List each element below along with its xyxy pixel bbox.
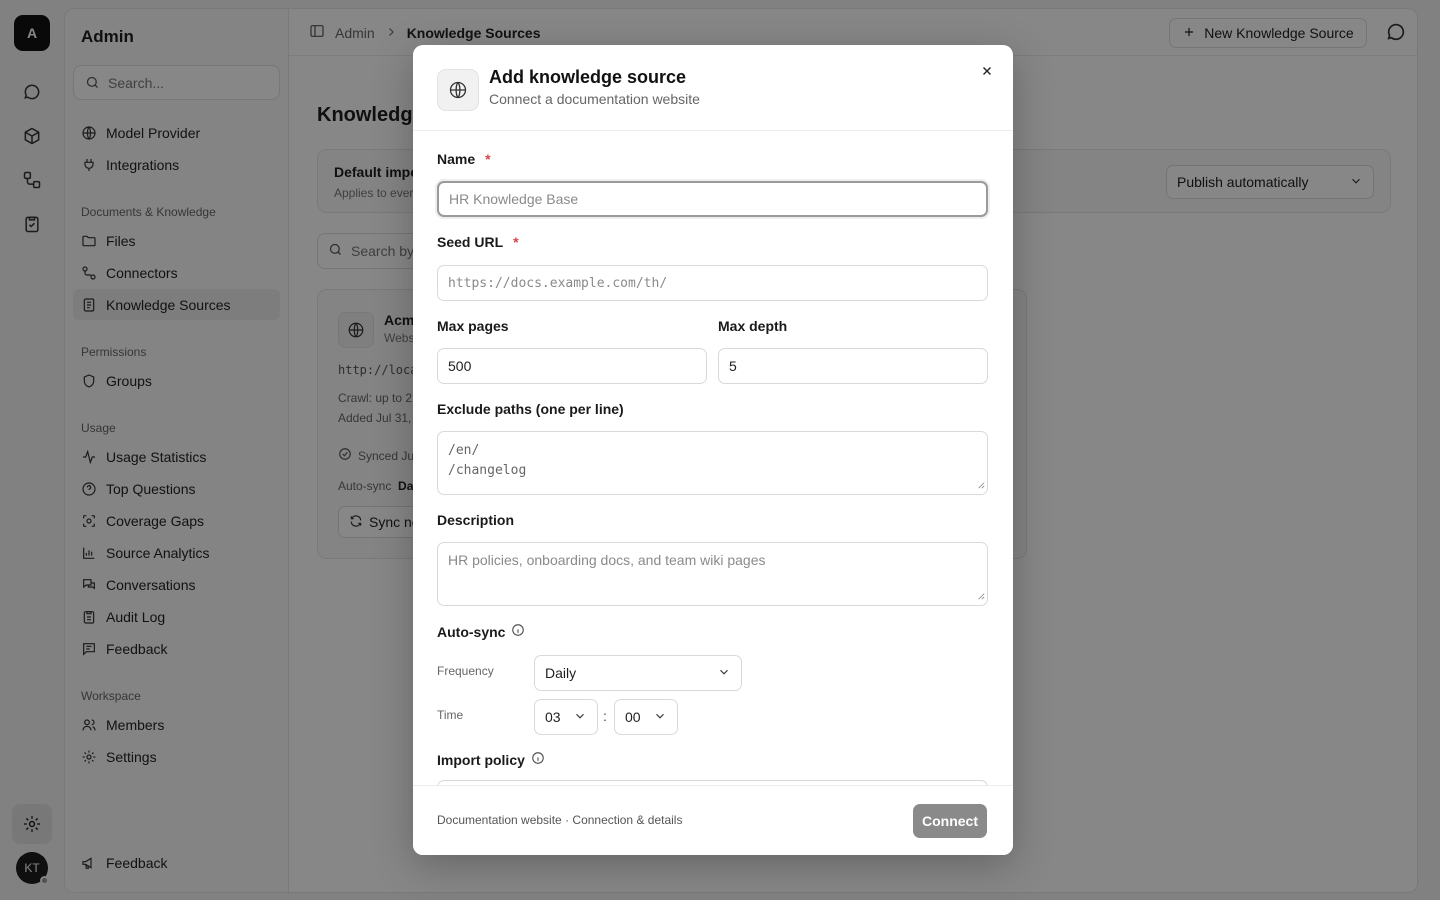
name-label-text: Name	[437, 151, 476, 167]
info-icon[interactable]	[531, 751, 545, 768]
hour-value: 03	[545, 709, 561, 725]
hour-select[interactable]: 03	[534, 699, 598, 735]
exclude-path-line: /changelog	[448, 463, 527, 478]
resize-handle-icon[interactable]	[977, 476, 985, 492]
dialog-body: Name * HR Knowledge Base Seed URL * https:…	[413, 131, 1013, 785]
dialog-subtitle: Connect a documentation website	[489, 91, 700, 107]
chevron-down-icon	[573, 709, 587, 726]
seed-url-input[interactable]: https://docs.example.com/th/	[437, 265, 988, 301]
time-label: Time	[437, 708, 464, 722]
name-placeholder: HR Knowledge Base	[449, 191, 579, 207]
import-policy-label: Import policy	[437, 751, 545, 768]
chevron-down-icon	[653, 709, 667, 726]
dialog-title: Add knowledge source	[489, 67, 687, 87]
autosync-label-text: Auto-sync	[437, 623, 506, 640]
dialog-header: Add knowledge source Connect a documenta…	[413, 45, 1013, 131]
max-depth-label: Max depth	[718, 318, 788, 334]
max-pages-value: 500	[448, 358, 472, 374]
required-marker: *	[485, 151, 491, 167]
close-icon[interactable]	[977, 61, 997, 81]
frequency-label: Frequency	[437, 664, 494, 678]
resize-handle-icon[interactable]	[977, 587, 985, 603]
max-pages-label: Max pages	[437, 318, 509, 334]
import-policy-label-text: Import policy	[437, 751, 525, 768]
exclude-paths-label: Exclude paths (one per line)	[437, 401, 624, 417]
description-label: Description	[437, 512, 515, 528]
minute-value: 00	[625, 709, 641, 725]
dialog-footer: Documentation website · Connection & det…	[413, 785, 1013, 855]
frequency-select[interactable]: Daily	[534, 655, 742, 691]
name-input[interactable]: HR Knowledge Base	[437, 181, 988, 217]
minute-select[interactable]: 00	[614, 699, 678, 735]
connect-button[interactable]: Connect	[913, 804, 987, 838]
autosync-label: Auto-sync	[437, 623, 525, 640]
max-depth-input[interactable]: 5	[718, 348, 988, 384]
frequency-value: Daily	[545, 665, 577, 681]
max-depth-value: 5	[729, 358, 737, 374]
max-pages-input[interactable]: 500	[437, 348, 707, 384]
exclude-path-line: /en/	[448, 443, 480, 458]
chevron-down-icon	[717, 665, 731, 682]
footer-step-text: Documentation website · Connection & det…	[437, 813, 683, 827]
seed-url-label: Seed URL *	[437, 234, 519, 250]
info-icon[interactable]	[511, 623, 525, 640]
time-separator: :	[603, 708, 607, 724]
name-label: Name *	[437, 151, 491, 167]
seed-url-placeholder: https://docs.example.com/th/	[448, 275, 668, 291]
add-knowledge-source-dialog: Add knowledge source Connect a documenta…	[413, 45, 1013, 855]
description-textarea[interactable]: HR policies, onboarding docs, and team w…	[437, 542, 988, 606]
required-marker: *	[513, 234, 519, 250]
seed-url-label-text: Seed URL	[437, 234, 504, 250]
globe-icon	[437, 69, 479, 111]
exclude-paths-textarea[interactable]: /en/ /changelog	[437, 431, 988, 495]
description-placeholder: HR policies, onboarding docs, and team w…	[448, 552, 766, 568]
